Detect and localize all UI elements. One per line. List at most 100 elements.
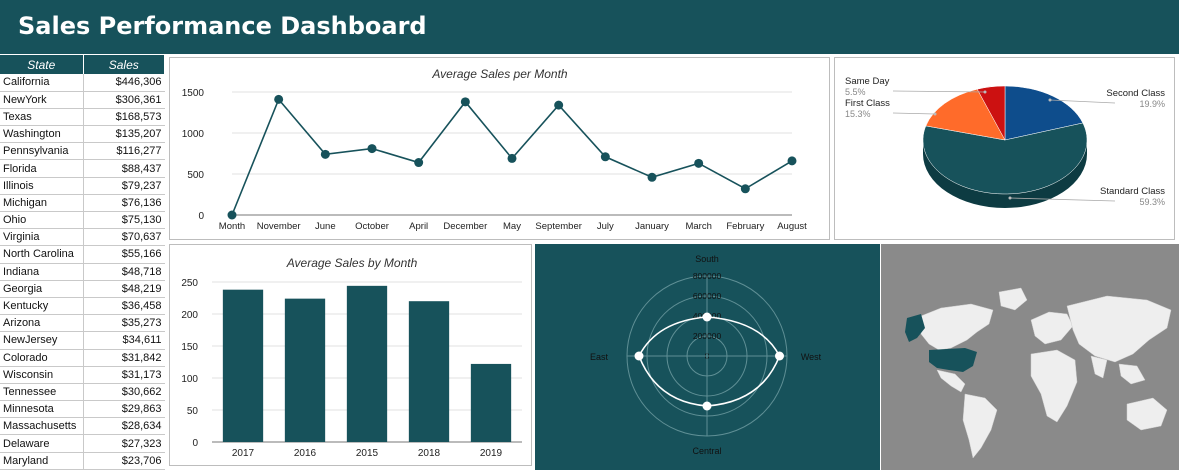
radar-point[interactable] [634, 351, 644, 361]
callout-leader [892, 112, 936, 115]
bar-chart-panel: Average Sales by Month 0 50 100 150 200 250 201… [169, 244, 532, 466]
x-tick-label: February [726, 221, 764, 232]
sales-cell: $30,662 [82, 383, 165, 402]
x-tick-label: April [409, 221, 428, 232]
state-cell: Delaware [0, 434, 83, 453]
data-point[interactable] [600, 152, 610, 162]
callout-dot [933, 112, 937, 116]
x-tick-label: November [257, 221, 301, 232]
y-tick-label: 250 [181, 278, 198, 289]
x-tick-label: 2016 [294, 448, 317, 459]
x-tick-label: September [535, 221, 581, 232]
state-cell: Washington [0, 125, 83, 144]
table-body: California $446,306 NewYork $306,361 Texas $1… [0, 74, 165, 471]
callout-dot [1048, 98, 1052, 102]
sales-cell: $446,306 [82, 74, 165, 92]
bar[interactable] [346, 285, 388, 442]
data-point[interactable] [647, 172, 657, 182]
line-chart-panel: Average Sales per Month 0 500 1000 1500 Month… [169, 57, 830, 240]
state-cell: Wisconsin [0, 366, 83, 384]
table-row: Colorado $31,842 [0, 349, 165, 367]
sales-cell: $306,361 [82, 91, 165, 109]
y-tick-label: 100 [181, 374, 198, 385]
data-point[interactable] [740, 184, 750, 194]
data-point[interactable] [787, 156, 797, 166]
bar[interactable] [222, 289, 264, 442]
sales-cell: $27,323 [82, 434, 165, 453]
x-tick-label: June [315, 221, 336, 232]
sales-cell: $23,706 [82, 452, 165, 471]
x-tick-label: 2019 [480, 448, 503, 459]
state-cell: Tennessee [0, 383, 83, 402]
data-point[interactable] [367, 144, 377, 154]
state-cell: NewJersey [0, 331, 83, 350]
x-tick-label: 2017 [232, 448, 255, 459]
data-point[interactable] [554, 100, 564, 110]
table-row: Virginia $70,637 [0, 228, 165, 247]
table-row: California $446,306 [0, 74, 165, 92]
table-row: Wisconsin $31,173 [0, 366, 165, 384]
state-cell: North Carolina [0, 245, 83, 264]
bar[interactable] [470, 363, 512, 442]
state-cell: Indiana [0, 263, 83, 281]
state-cell: Florida [0, 159, 83, 178]
data-point[interactable] [460, 97, 470, 107]
table-row: NewYork $306,361 [0, 91, 165, 109]
radar-point[interactable] [775, 351, 784, 361]
radar-axis-label: Central [692, 446, 721, 456]
pie-chart-panel: Same Day 5.5% First Class 15.3% Second Class… [834, 57, 1175, 240]
state-cell: Arizona [0, 314, 83, 333]
x-tick-label: January [635, 221, 669, 232]
region-radar-chart: 0200000400000600000800000SouthWestCentra… [590, 254, 822, 456]
slice-percent: 15.3% [845, 109, 871, 119]
table-row: Michigan $76,136 [0, 194, 165, 213]
table-row: Delaware $27,323 [0, 434, 165, 453]
slice-label: Standard Class [1100, 186, 1165, 197]
sales-cell: $55,166 [82, 245, 165, 264]
world-map [881, 244, 1179, 470]
table-row: Florida $88,437 [0, 159, 165, 178]
bar[interactable] [408, 301, 450, 442]
data-point[interactable] [694, 158, 704, 168]
data-point[interactable] [227, 210, 237, 220]
sales-cell: $76,136 [82, 194, 165, 213]
x-tick-label: July [597, 221, 614, 232]
state-cell: California [0, 74, 83, 92]
state-cell: Georgia [0, 280, 83, 298]
sales-cell: $28,634 [82, 417, 165, 436]
x-tick-label: October [355, 221, 389, 232]
state-cell: Ohio [0, 211, 83, 230]
dashboard-header: Sales Performance Dashboard [0, 0, 1179, 54]
data-point[interactable] [507, 153, 517, 163]
x-tick-label: May [503, 221, 521, 232]
state-cell: Illinois [0, 177, 83, 195]
slice-label: First Class [845, 98, 890, 109]
table-row: Washington $135,207 [0, 125, 165, 144]
y-tick-label: 1500 [182, 88, 205, 99]
radar-chart-panel: 0200000400000600000800000SouthWestCentra… [535, 244, 880, 470]
bar[interactable] [284, 298, 326, 442]
data-point[interactable] [320, 149, 330, 159]
data-point[interactable] [274, 94, 284, 104]
state-column-header[interactable]: State [0, 55, 84, 74]
chart-title: Average Sales by Month [286, 256, 418, 270]
x-tick-label: 2015 [356, 448, 379, 459]
radar-point[interactable] [702, 401, 712, 411]
sales-column-header[interactable]: Sales [83, 55, 165, 74]
x-tick-label: 2018 [418, 448, 441, 459]
sales-cell: $36,458 [82, 297, 165, 316]
ship-mode-pie-chart: Same Day5.5%First Class15.3% Second Class… [845, 76, 1165, 208]
sales-cell: $35,273 [82, 314, 165, 333]
table-row: Arizona $35,273 [0, 314, 165, 333]
radar-point[interactable] [702, 312, 712, 322]
data-point[interactable] [414, 158, 424, 168]
y-tick-label: 0 [198, 211, 204, 222]
sales-cell: $31,842 [82, 349, 165, 367]
state-cell: Massachusetts [0, 417, 83, 436]
slice-percent: 19.9% [1139, 99, 1165, 109]
sales-cell: $34,611 [82, 331, 165, 350]
table-row: Minnesota $29,863 [0, 400, 165, 419]
slice-label: Second Class [1106, 88, 1165, 99]
sales-cell: $48,219 [82, 280, 165, 298]
sales-cell: $75,130 [82, 211, 165, 230]
